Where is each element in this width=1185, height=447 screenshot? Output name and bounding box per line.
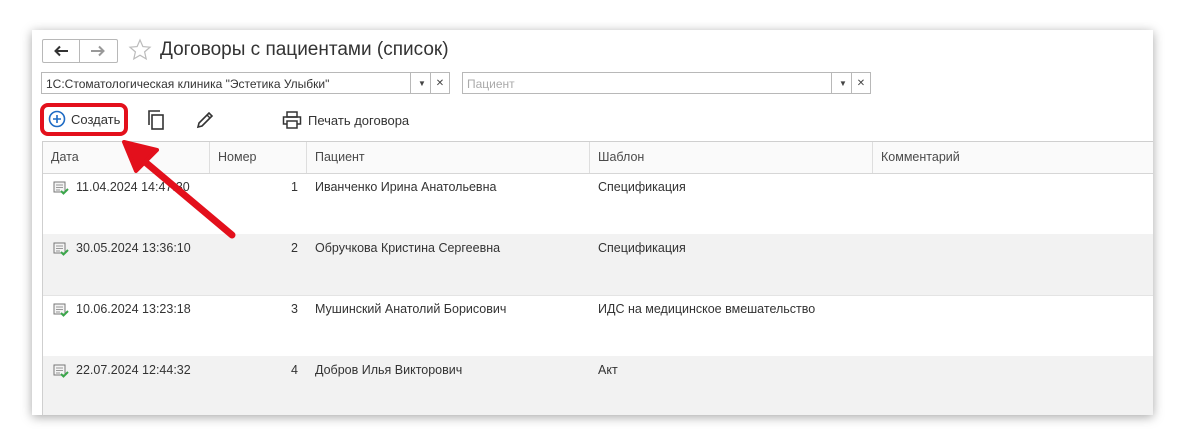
column-header-template[interactable]: Шаблон [590, 142, 873, 173]
column-header-comment[interactable]: Комментарий [873, 142, 1153, 173]
document-icon [53, 181, 69, 195]
column-header-number[interactable]: Номер [210, 142, 307, 173]
document-icon [53, 303, 69, 317]
back-button[interactable] [43, 40, 79, 62]
print-contract-label: Печать договора [308, 112, 410, 128]
printer-icon [282, 111, 302, 129]
cell-patient: Обручкова Кристина Сергеевна [315, 241, 501, 255]
favorite-button[interactable] [128, 38, 152, 65]
back-arrow-icon [54, 45, 68, 57]
cell-patient: Добров Илья Викторович [315, 363, 463, 377]
cell-date: 11.04.2024 14:47:30 [76, 180, 190, 194]
cell-date: 30.05.2024 13:36:10 [76, 241, 191, 255]
star-icon [128, 38, 152, 61]
dropdown-icon: ▼ [418, 78, 426, 88]
list-window: Договоры с пациентами (список) 1С:Стомат… [32, 30, 1153, 415]
cell-template: Акт [598, 363, 618, 377]
copy-icon [148, 110, 164, 130]
table-row[interactable]: 11.04.2024 14:47:30 1 Иванченко Ирина Ан… [43, 173, 1153, 235]
document-icon [53, 242, 69, 256]
clear-icon: ✕ [856, 77, 866, 89]
cell-template: Спецификация [598, 241, 686, 255]
create-button-highlight [40, 103, 128, 136]
patient-clear-button[interactable]: ✕ [851, 72, 871, 94]
forward-button[interactable] [79, 40, 116, 62]
column-header-patient[interactable]: Пациент [307, 142, 590, 173]
cell-template: Спецификация [598, 180, 686, 194]
patient-placeholder: Пациент [467, 77, 515, 91]
forward-arrow-icon [91, 45, 105, 57]
table-header: Дата Номер Пациент Шаблон Комментарий [43, 142, 1153, 174]
patient-field[interactable]: Пациент ▼ [462, 72, 852, 94]
cell-patient: Иванченко Ирина Анатольевна [315, 180, 497, 194]
page-title: Договоры с пациентами (список) [160, 39, 449, 60]
cell-number: 4 [291, 363, 298, 377]
organization-value: 1С:Стоматологическая клиника "Эстетика У… [46, 77, 330, 91]
cell-date: 10.06.2024 13:23:18 [76, 302, 191, 316]
organization-clear-button[interactable]: ✕ [430, 72, 450, 94]
cell-template: ИДС на медицинское вмешательство [598, 302, 816, 316]
pencil-icon [196, 111, 214, 129]
table-row[interactable]: 30.05.2024 13:36:10 2 Обручкова Кристина… [43, 234, 1153, 296]
copy-button[interactable] [144, 108, 168, 132]
document-icon [53, 364, 69, 378]
cell-date: 22.07.2024 12:44:32 [76, 363, 191, 377]
cell-number: 2 [291, 241, 298, 255]
edit-button[interactable] [193, 108, 217, 132]
clear-icon: ✕ [435, 77, 445, 89]
table-row[interactable]: 22.07.2024 12:44:32 4 Добров Илья Виктор… [43, 356, 1153, 415]
organization-field[interactable]: 1С:Стоматологическая клиника "Эстетика У… [41, 72, 431, 94]
cell-number: 3 [291, 302, 298, 316]
print-contract-button[interactable]: Печать договора [282, 108, 409, 132]
dropdown-icon: ▼ [839, 78, 847, 88]
cell-number: 1 [291, 180, 298, 194]
cell-patient: Мушинский Анатолий Борисович [315, 302, 507, 316]
contracts-table: Дата Номер Пациент Шаблон Комментарий 11… [42, 141, 1153, 415]
navigation-buttons [42, 39, 118, 63]
table-row[interactable]: 10.06.2024 13:23:18 3 Мушинский Анатолий… [43, 295, 1153, 357]
column-header-date[interactable]: Дата [43, 142, 210, 173]
